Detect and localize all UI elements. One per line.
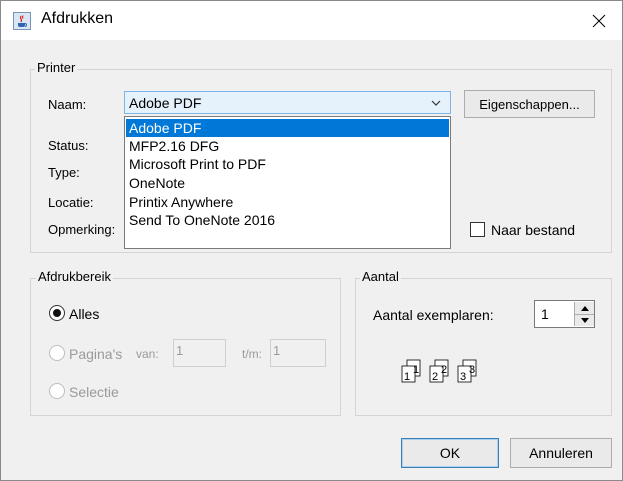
- to-label: t/m:: [242, 347, 262, 361]
- status-label: Status:: [48, 138, 89, 153]
- selection-radio[interactable]: [49, 383, 65, 399]
- printer-select-value: Adobe PDF: [129, 95, 202, 111]
- window-title: Afdrukken: [41, 10, 114, 27]
- arrow-down-icon: [580, 318, 589, 323]
- properties-button[interactable]: Eigenschappen...: [464, 90, 595, 118]
- from-field[interactable]: 1: [173, 339, 226, 367]
- ok-button[interactable]: OK: [401, 438, 499, 468]
- location-label: Locatie:: [48, 195, 94, 210]
- printer-option[interactable]: MFP2.16 DFG: [126, 137, 449, 155]
- print-range-group-title: Afdrukbereik: [36, 269, 113, 284]
- svg-text:2: 2: [441, 364, 447, 376]
- svg-text:2: 2: [432, 371, 438, 383]
- printer-group-title: Printer: [35, 60, 78, 75]
- printer-option[interactable]: Microsoft Print to PDF: [126, 155, 449, 173]
- copies-group: [355, 278, 612, 416]
- printer-option[interactable]: Printix Anywhere: [126, 193, 449, 211]
- svg-text:3: 3: [469, 364, 475, 376]
- arrow-up-icon: [580, 305, 589, 311]
- title-bar: Afdrukken: [1, 1, 622, 40]
- all-radio-label: Alles: [69, 306, 100, 322]
- svg-text:3: 3: [460, 371, 466, 383]
- increment-button[interactable]: [574, 302, 594, 314]
- print-dialog: Afdrukken Printer Naam: Adobe PDF Eigens…: [0, 0, 623, 481]
- collate-copies-icon: 11 22 33: [399, 357, 497, 392]
- name-label: Naam:: [48, 97, 87, 112]
- printer-option[interactable]: OneNote: [126, 174, 449, 192]
- java-cup-icon: [13, 12, 31, 30]
- type-label: Type:: [48, 165, 80, 180]
- printer-option[interactable]: Send To OneNote 2016: [126, 211, 449, 229]
- close-icon: [592, 14, 606, 27]
- chevron-down-icon: [431, 100, 441, 106]
- pages-radio[interactable]: [49, 345, 65, 361]
- all-radio[interactable]: [49, 305, 65, 321]
- print-to-file-checkbox[interactable]: [470, 222, 485, 237]
- pages-radio-label: Pagina's: [69, 346, 123, 362]
- copies-count-value: 1: [541, 306, 549, 322]
- copies-group-title: Aantal: [360, 269, 401, 284]
- from-label: van:: [136, 347, 159, 361]
- svg-text:1: 1: [413, 364, 419, 376]
- cancel-button[interactable]: Annuleren: [510, 438, 612, 468]
- svg-text:1: 1: [404, 371, 410, 383]
- close-button[interactable]: [576, 1, 622, 40]
- print-to-file-label: Naar bestand: [491, 222, 576, 238]
- printer-dropdown-list: Adobe PDF MFP2.16 DFG Microsoft Print to…: [124, 116, 451, 249]
- decrement-button[interactable]: [574, 314, 594, 326]
- printer-select[interactable]: Adobe PDF: [124, 91, 451, 114]
- copies-count-label: Aantal exemplaren:: [373, 307, 494, 323]
- comment-label: Opmerking:: [48, 222, 116, 237]
- printer-option[interactable]: Adobe PDF: [126, 119, 449, 137]
- selection-radio-label: Selectie: [69, 384, 119, 400]
- to-field[interactable]: 1: [270, 339, 326, 367]
- copies-spinner[interactable]: 1: [534, 300, 595, 328]
